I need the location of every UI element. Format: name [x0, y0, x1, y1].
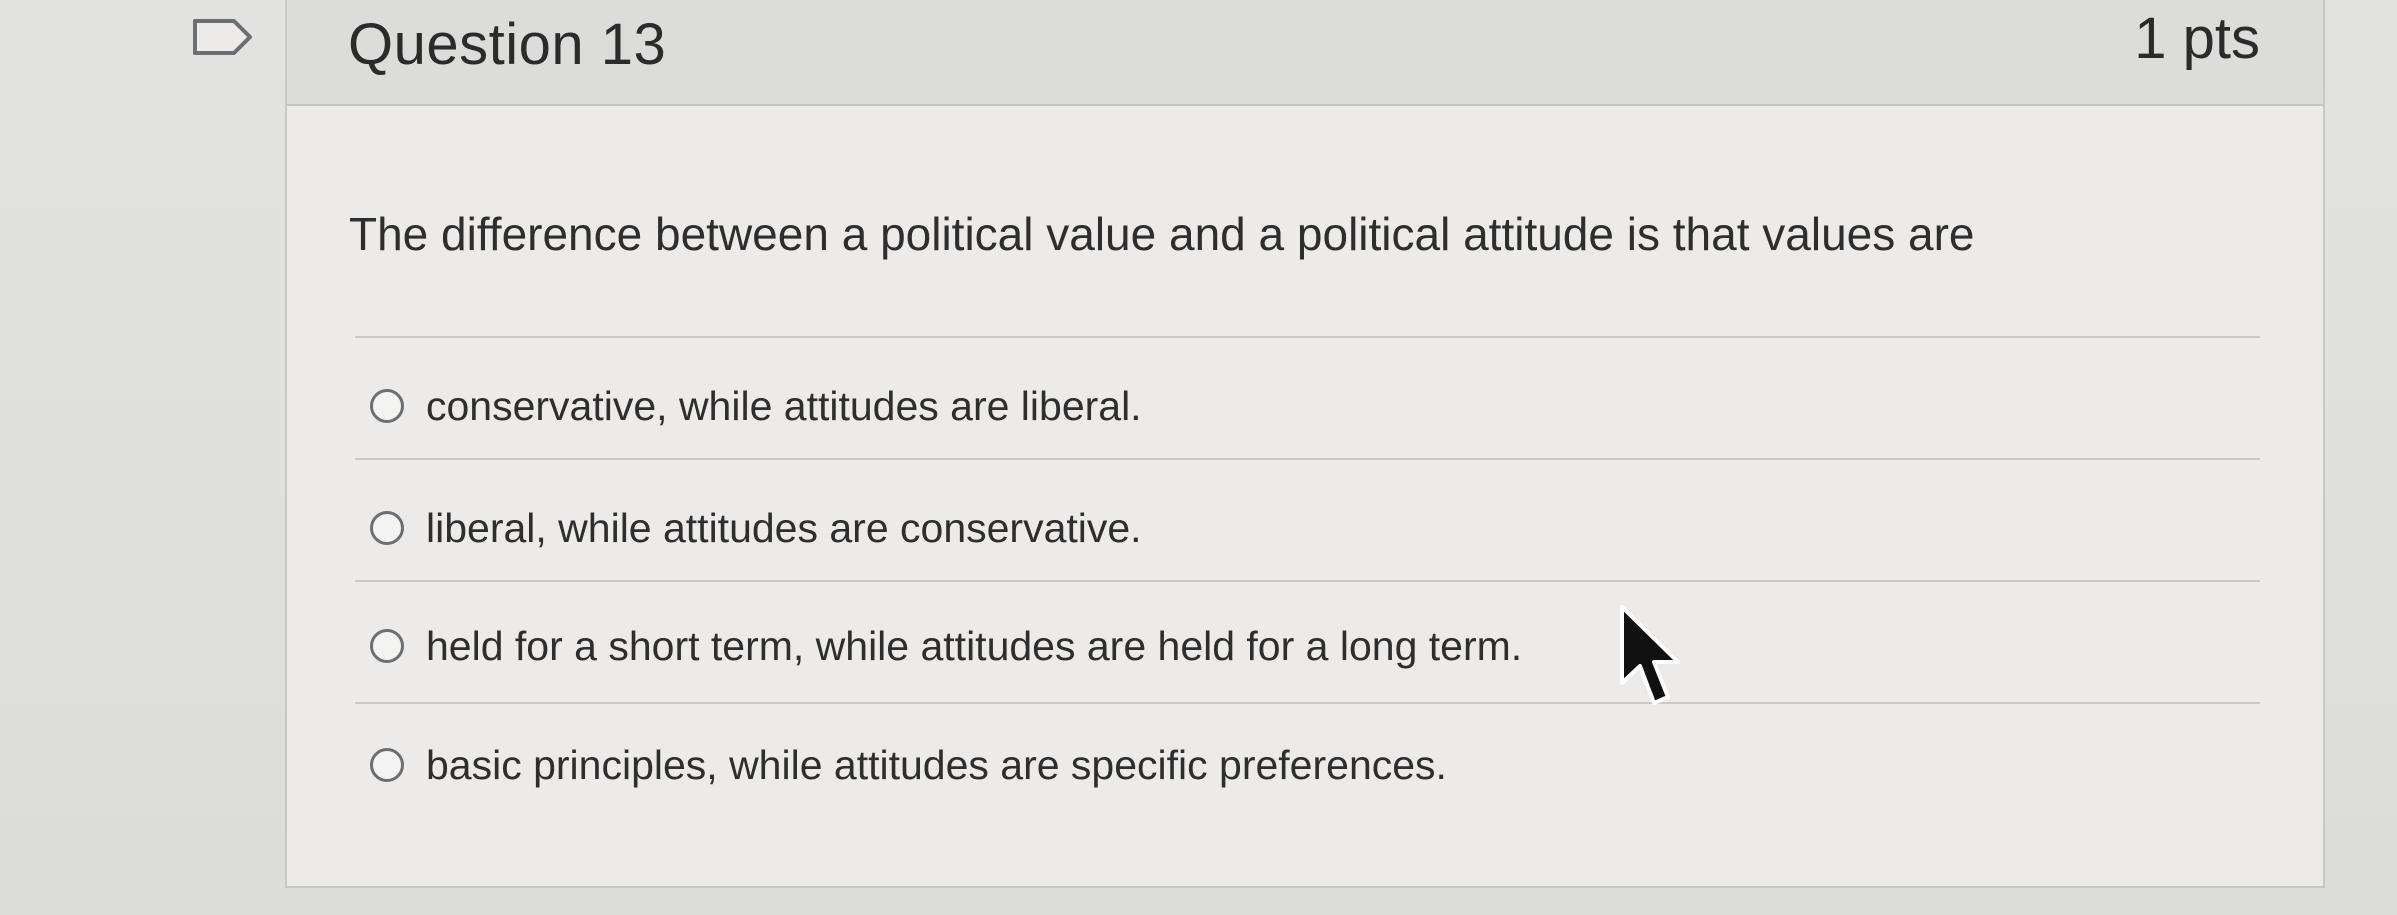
answer-divider — [355, 458, 2260, 460]
answer-label: held for a short term, while attitudes a… — [426, 623, 1523, 669]
answer-divider — [355, 336, 2260, 338]
answer-option[interactable]: held for a short term, while attitudes a… — [370, 616, 1522, 676]
radio-button[interactable] — [370, 511, 404, 545]
question-points: 1 pts — [2134, 6, 2260, 71]
radio-button[interactable] — [370, 389, 404, 423]
question-title: Question 13 — [348, 12, 667, 77]
radio-button[interactable] — [370, 748, 404, 782]
answer-option[interactable]: basic principles, while attitudes are sp… — [370, 735, 1447, 795]
answer-label: liberal, while attitudes are conservativ… — [426, 505, 1142, 551]
answer-option[interactable]: conservative, while attitudes are libera… — [370, 376, 1142, 436]
question-header: Question 13 1 pts — [287, 0, 2323, 106]
question-text: The difference between a political value… — [349, 208, 1975, 260]
answer-divider — [355, 702, 2260, 704]
radio-button[interactable] — [370, 629, 404, 663]
answer-divider — [355, 580, 2260, 582]
flag-question-icon[interactable] — [192, 18, 254, 56]
question-card: Question 13 1 pts The difference between… — [285, 0, 2325, 888]
answer-label: conservative, while attitudes are libera… — [426, 383, 1142, 429]
quiz-page: Question 13 1 pts The difference between… — [0, 0, 2397, 915]
mouse-pointer-icon — [1618, 603, 1686, 713]
answer-option[interactable]: liberal, while attitudes are conservativ… — [370, 498, 1142, 558]
answer-label: basic principles, while attitudes are sp… — [426, 742, 1447, 788]
